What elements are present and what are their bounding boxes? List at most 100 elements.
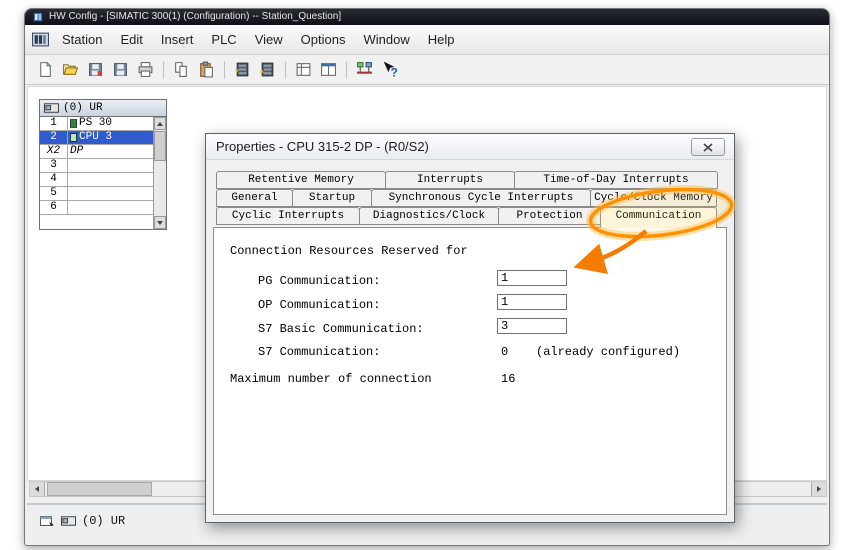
lower-pane-label: (0) UR: [82, 514, 125, 528]
new-button[interactable]: [33, 58, 57, 82]
menu-station[interactable]: Station: [53, 28, 111, 51]
rack-row-slot1[interactable]: 1 PS 30: [40, 117, 153, 131]
rack-icon: [61, 516, 76, 526]
slot-number: 4: [40, 173, 68, 186]
paste-button[interactable]: [194, 58, 218, 82]
catalog-button[interactable]: [291, 58, 315, 82]
copy-button[interactable]: [169, 58, 193, 82]
slot-number: X2: [40, 145, 68, 158]
slot-number: 6: [40, 201, 68, 214]
op-communication-input[interactable]: [497, 294, 567, 310]
close-button[interactable]: [691, 138, 725, 156]
tab-row-3: Cyclic Interrupts Diagnostics/Clock Prot…: [216, 207, 716, 225]
arrow-up-icon: [157, 122, 163, 126]
pg-communication-input[interactable]: [497, 270, 567, 286]
s7-communication-label: S7 Communication:: [258, 345, 380, 359]
tab-retentive-memory[interactable]: Retentive Memory: [216, 171, 386, 189]
new-icon: [37, 61, 54, 78]
dialog-titlebar: Properties - CPU 315-2 DP - (R0/S2): [206, 134, 734, 160]
tab-general[interactable]: General: [216, 189, 293, 207]
menu-insert[interactable]: Insert: [152, 28, 203, 51]
rack-row-slot3[interactable]: 3: [40, 159, 153, 173]
catalog-icon: [295, 61, 312, 78]
help-button[interactable]: ?: [377, 58, 401, 82]
module-icon: [70, 133, 77, 142]
rack-panel: (0) UR 1 PS 30 2 CPU 3: [39, 99, 167, 230]
s7-communication-note: (already configured): [536, 345, 680, 359]
menu-view[interactable]: View: [246, 28, 292, 51]
rack-row-x2[interactable]: X2 DP: [40, 145, 153, 159]
window-title: HW Config - [SIMATIC 300(1) (Configurati…: [49, 11, 341, 22]
max-connections-label: Maximum number of connection: [230, 372, 432, 386]
rack-header[interactable]: (0) UR: [40, 100, 166, 117]
help-icon: ?: [381, 61, 398, 78]
rack-body: 1 PS 30 2 CPU 3 X2: [40, 117, 166, 229]
scroll-thumb[interactable]: [154, 131, 166, 161]
upload-button[interactable]: [255, 58, 279, 82]
scroll-up-button[interactable]: [154, 117, 166, 130]
close-icon: [703, 143, 713, 152]
save-compile-button[interactable]: [83, 58, 107, 82]
tab-interrupts[interactable]: Interrupts: [385, 171, 515, 189]
properties-dialog: Properties - CPU 315-2 DP - (R0/S2) Rete…: [205, 133, 735, 523]
save-icon: [112, 61, 129, 78]
scroll-right-button[interactable]: [811, 482, 826, 496]
slot-number: 2: [40, 131, 68, 144]
tab-strip: Retentive Memory Interrupts Time-of-Day …: [216, 171, 726, 227]
tab-synchronous-cycle-interrupts[interactable]: Synchronous Cycle Interrupts: [371, 189, 591, 207]
download-button[interactable]: [230, 58, 254, 82]
toolbar-separator: [346, 61, 347, 79]
rack-row-slot4[interactable]: 4: [40, 173, 153, 187]
svg-text:?: ?: [390, 66, 397, 78]
split-view-icon: [320, 61, 337, 78]
scroll-left-button[interactable]: [30, 482, 45, 496]
tab-time-of-day-interrupts[interactable]: Time-of-Day Interrupts: [514, 171, 718, 189]
save-compile-icon: [87, 61, 104, 78]
hscroll-thumb[interactable]: [47, 482, 152, 496]
rack-row-slot2-selected[interactable]: 2 CPU 3: [40, 131, 153, 145]
tab-startup[interactable]: Startup: [292, 189, 372, 207]
tab-diagnostics-clock[interactable]: Diagnostics/Clock: [359, 207, 499, 225]
save-button[interactable]: [108, 58, 132, 82]
open-button[interactable]: [58, 58, 82, 82]
rack-icon: [44, 103, 59, 113]
tab-row-1: Retentive Memory Interrupts Time-of-Day …: [216, 171, 717, 189]
scroll-down-button[interactable]: [154, 216, 166, 229]
module-name: PS 30: [79, 117, 112, 130]
s7-basic-communication-input[interactable]: [497, 318, 567, 334]
rack-row-slot5[interactable]: 5: [40, 187, 153, 201]
tab-row-2: General Startup Synchronous Cycle Interr…: [216, 189, 716, 207]
copy-icon: [173, 61, 190, 78]
slot-number: 1: [40, 117, 68, 130]
paste-icon: [198, 61, 215, 78]
toolbar-separator: [163, 61, 164, 79]
menu-window[interactable]: Window: [354, 28, 418, 51]
child-window-icon[interactable]: [32, 32, 49, 47]
communication-tab-page: Connection Resources Reserved for PG Com…: [213, 227, 727, 515]
toolbar: ?: [25, 55, 829, 85]
download-to-module-icon: [234, 61, 251, 78]
print-button[interactable]: [133, 58, 157, 82]
menubar: Station Edit Insert PLC View Options Win…: [25, 25, 829, 55]
arrow-left-icon: [35, 486, 39, 492]
s7-basic-communication-label: S7 Basic Communication:: [258, 322, 424, 336]
split-view-button[interactable]: [316, 58, 340, 82]
rack-row-slot6[interactable]: 6: [40, 201, 153, 215]
tab-cycle-clock-memory[interactable]: Cycle/Clock Memory: [590, 189, 717, 207]
menu-help[interactable]: Help: [419, 28, 464, 51]
max-connections-value: 16: [501, 372, 515, 386]
section-label: Connection Resources Reserved for: [230, 244, 468, 258]
tab-protection[interactable]: Protection: [498, 207, 601, 225]
menu-plc[interactable]: PLC: [202, 28, 245, 51]
window-titlebar: HW Config - [SIMATIC 300(1) (Configurati…: [25, 9, 829, 25]
tab-cyclic-interrupts[interactable]: Cyclic Interrupts: [216, 207, 360, 225]
toolbar-separator: [224, 61, 225, 79]
upload-from-module-icon: [259, 61, 276, 78]
tab-communication[interactable]: Communication: [600, 207, 717, 228]
menu-options[interactable]: Options: [292, 28, 355, 51]
open-icon: [62, 61, 79, 78]
rack-scrollbar[interactable]: [153, 117, 166, 229]
menu-edit[interactable]: Edit: [111, 28, 151, 51]
station-window-icon: [39, 514, 55, 528]
network-button[interactable]: [352, 58, 376, 82]
